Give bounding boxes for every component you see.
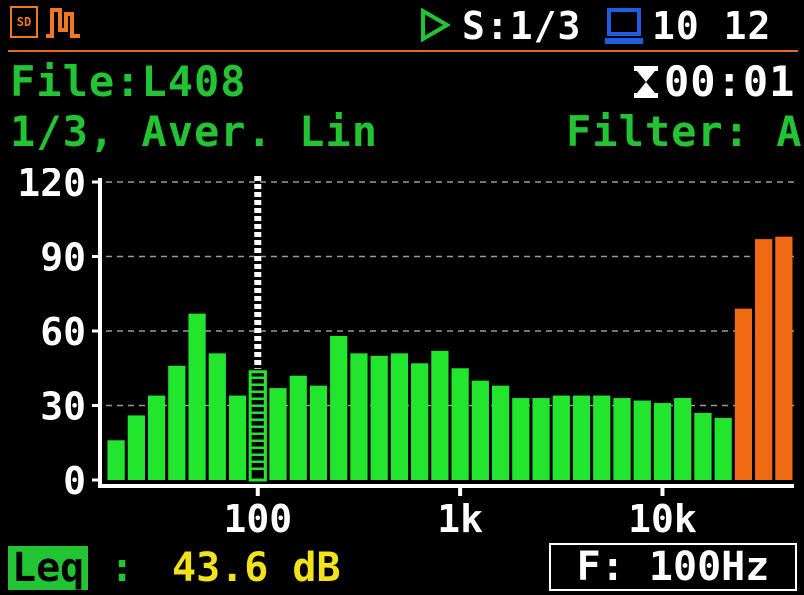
spectrum-bar (775, 236, 793, 480)
clock: 10 12 (652, 4, 772, 48)
spectrum-bar (471, 380, 489, 480)
spectrum-bar (168, 365, 186, 480)
y-tick-label: 0 (63, 459, 86, 503)
spectrum-bar (633, 400, 651, 480)
spectrum-bar (674, 398, 692, 480)
status-separator (8, 50, 798, 52)
spectrum-bar (714, 417, 732, 480)
spectrum-bar (451, 368, 469, 480)
spectrum-bar (532, 398, 550, 480)
spectrum-bar (593, 395, 611, 480)
spectrum-bar (734, 308, 753, 480)
y-tick-label: 120 (17, 168, 86, 205)
spectrum-bar (411, 363, 429, 480)
spectrum-bar (694, 412, 712, 480)
spectrum-bar (350, 353, 368, 480)
waveform-icon (46, 8, 80, 38)
hourglass-icon (634, 66, 658, 98)
spectrum-bar (269, 388, 287, 480)
x-tick-label: 1k (437, 497, 483, 540)
spectrum-bar (390, 353, 409, 480)
x-tick-label: 10k (628, 497, 697, 540)
spectrum-bar (147, 395, 166, 480)
spectrum-bar (572, 395, 591, 480)
status-bar: SD S:1/3 10 12 (0, 0, 804, 52)
spectrum-chart: 0 30 60 90 120 100 1k 10k (17, 168, 794, 540)
spectrum-bar (613, 398, 631, 480)
leq-colon: : (110, 545, 135, 591)
spectrum-bar (370, 355, 388, 480)
spectrum-bar (653, 403, 672, 480)
spectrum-bar (512, 398, 530, 480)
y-tick-label: 30 (40, 385, 86, 429)
measurement-mode: 1/3, Aver. Lin (10, 107, 379, 156)
y-tick-label: 90 (40, 236, 86, 280)
computer-icon (605, 8, 643, 44)
spectrum-bar (208, 353, 226, 480)
spectrum-bar (330, 335, 348, 480)
elapsed-time: 00:01 (664, 57, 796, 106)
spectrum-bar (188, 313, 206, 480)
spectrum-bar (552, 395, 570, 480)
y-tick-label: 60 (40, 310, 86, 354)
leq-label: Leq (8, 546, 89, 590)
spectrum-bar (228, 395, 247, 480)
spectrum-bar (755, 239, 773, 480)
file-name: File:L408 (10, 57, 247, 106)
x-tick-label: 100 (223, 497, 292, 540)
cursor-frequency-box: F: 100Hz (549, 543, 797, 591)
spectrum-bar (309, 385, 328, 480)
spectrum-bar (431, 350, 449, 480)
spectrum-bar (107, 440, 125, 480)
spectrum-bar (491, 385, 510, 480)
leq-value: 43.6 dB (172, 545, 341, 591)
play-icon (421, 8, 450, 42)
sd-card-icon: SD (10, 6, 38, 38)
spectrum-mode-indicator: S:1/3 (462, 4, 582, 48)
spectrum-bar (127, 415, 145, 480)
spectrum-bar (289, 375, 307, 480)
filter-setting: Filter: A (566, 107, 803, 156)
